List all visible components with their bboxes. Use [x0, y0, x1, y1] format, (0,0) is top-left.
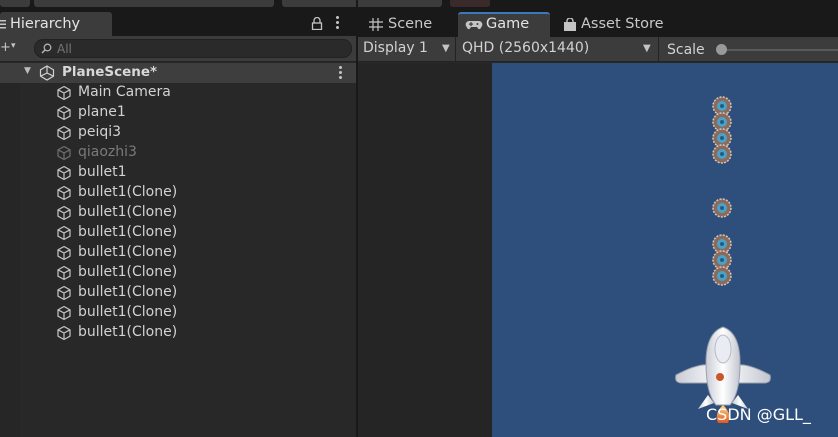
hierarchy-item[interactable]: bullet1: [0, 163, 356, 183]
hierarchy-item[interactable]: bullet1(Clone): [0, 303, 356, 323]
hierarchy-search-field[interactable]: [34, 39, 352, 58]
scale-label: Scale: [667, 42, 705, 58]
gameobject-cube-icon: [57, 145, 71, 161]
hierarchy-toolbar: + ▾: [0, 36, 356, 62]
hierarchy-item[interactable]: bullet1(Clone): [0, 323, 356, 343]
plus-icon: +: [0, 40, 11, 55]
scene-header-row[interactable]: ▼ PlaneScene*: [0, 63, 356, 83]
grid-icon: [369, 18, 383, 31]
hierarchy-item-label: plane1: [78, 104, 126, 120]
create-dropdown-button[interactable]: + ▾: [0, 36, 30, 62]
chevron-down-icon: ▼: [442, 43, 450, 54]
hierarchy-item-label: bullet1(Clone): [78, 244, 178, 260]
scale-slider-track[interactable]: [720, 49, 838, 51]
chevron-down-icon: ▼: [643, 43, 651, 54]
scene-menu-icon[interactable]: [339, 66, 343, 80]
gameobject-cube-icon: [57, 265, 71, 281]
gameobject-cube-icon: [57, 205, 71, 221]
hierarchy-item-label: bullet1(Clone): [78, 324, 178, 340]
game-tab-bar: Scene Game Asset Store: [358, 8, 838, 37]
main-toolbar: [0, 0, 838, 8]
gameobject-cube-icon: [57, 165, 71, 181]
game-viewport[interactable]: CSDN @GLL_: [492, 63, 838, 437]
tab-game[interactable]: Game: [458, 12, 550, 37]
hierarchy-item-label: bullet1(Clone): [78, 184, 178, 200]
hierarchy-item[interactable]: bullet1(Clone): [0, 283, 356, 303]
display-select[interactable]: Display 1 ▼: [358, 37, 456, 62]
hierarchy-item[interactable]: bullet1(Clone): [0, 223, 356, 243]
hierarchy-item[interactable]: bullet1(Clone): [0, 183, 356, 203]
game-toolbar: Display 1 ▼ QHD (2560x1440) ▼ Scale: [358, 37, 838, 62]
toolbar-button[interactable]: [0, 0, 30, 7]
gameobject-cube-icon: [57, 125, 71, 141]
hierarchy-item-label: Main Camera: [78, 84, 171, 100]
tab-hierarchy-label: Hierarchy: [10, 16, 81, 32]
game-panel: Scene Game Asset Store Display 1 ▼ QHD (…: [358, 8, 838, 437]
tab-hierarchy[interactable]: Hierarchy: [0, 12, 112, 36]
lock-icon[interactable]: [311, 17, 323, 30]
gameobject-cube-icon: [57, 305, 71, 321]
hierarchy-item-label: peiqi3: [78, 124, 122, 140]
unity-scene-icon: [39, 65, 55, 81]
hierarchy-item-label: bullet1(Clone): [78, 304, 178, 320]
hierarchy-item[interactable]: peiqi3: [0, 123, 356, 143]
hierarchy-item[interactable]: bullet1(Clone): [0, 243, 356, 263]
hierarchy-item-label: bullet1(Clone): [78, 204, 178, 220]
search-input[interactable]: [57, 41, 337, 57]
tab-scene[interactable]: Scene: [358, 12, 454, 37]
bullet-sprite: [712, 144, 732, 164]
resolution-select[interactable]: QHD (2560x1440) ▼: [457, 37, 659, 62]
list-icon: [0, 20, 6, 29]
bullet-sprite: [712, 266, 732, 286]
gameobject-cube-icon: [57, 225, 71, 241]
hierarchy-item-label: bullet1(Clone): [78, 264, 178, 280]
bullet-sprite: [712, 198, 732, 218]
resolution-select-value: QHD (2560x1440): [462, 40, 590, 56]
hierarchy-item-label: qiaozhi3: [78, 144, 137, 160]
toolbar-tool-group[interactable]: [34, 0, 274, 7]
gameobject-cube-icon: [57, 185, 71, 201]
foldout-arrow-icon[interactable]: ▼: [24, 66, 31, 76]
display-select-value: Display 1: [363, 40, 428, 56]
gameobject-cube-icon: [57, 105, 71, 121]
hierarchy-item[interactable]: Main Camera: [0, 83, 356, 103]
hierarchy-item[interactable]: qiaozhi3: [0, 143, 356, 163]
search-icon: [41, 43, 52, 54]
toolbar-pivot-group[interactable]: [282, 0, 442, 7]
gameobject-cube-icon: [57, 325, 71, 341]
hierarchy-item[interactable]: bullet1(Clone): [0, 203, 356, 223]
shopping-bag-icon: [564, 18, 576, 31]
hierarchy-panel: Hierarchy + ▾ ▼: [0, 8, 356, 437]
hierarchy-item-label: bullet1: [78, 164, 127, 180]
gameobject-cube-icon: [57, 85, 71, 101]
toolbar-play-group[interactable]: [450, 0, 490, 7]
scale-slider-thumb[interactable]: [716, 44, 727, 55]
tab-scene-label: Scene: [388, 16, 433, 32]
hierarchy-item-label: bullet1(Clone): [78, 224, 178, 240]
watermark: CSDN @GLL_: [706, 405, 811, 424]
chevron-down-icon: ▾: [11, 41, 16, 51]
gameobject-cube-icon: [57, 245, 71, 261]
hierarchy-item[interactable]: plane1: [0, 103, 356, 123]
hierarchy-item-label: bullet1(Clone): [78, 284, 178, 300]
kebab-menu-icon[interactable]: [336, 16, 340, 30]
tab-asset-store[interactable]: Asset Store: [554, 12, 684, 37]
hierarchy-item[interactable]: bullet1(Clone): [0, 263, 356, 283]
hierarchy-tab-bar: Hierarchy: [0, 8, 356, 36]
game-letterbox: [358, 63, 492, 437]
gamepad-icon: [465, 21, 483, 30]
gameobject-cube-icon: [57, 285, 71, 301]
scene-name: PlaneScene*: [62, 64, 158, 80]
tab-asset-store-label: Asset Store: [581, 16, 664, 32]
tab-game-label: Game: [486, 16, 530, 32]
